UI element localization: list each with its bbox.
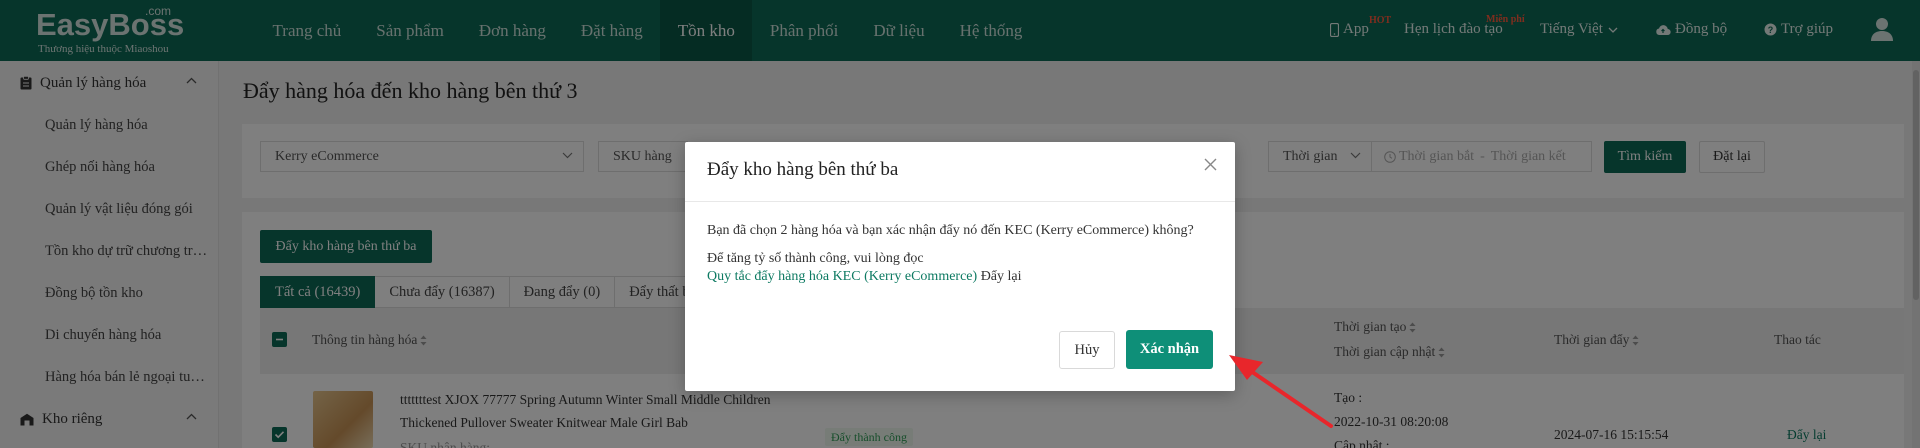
dialog-tip-suffix: Đẩy lại [980, 269, 1022, 284]
cancel-button[interactable]: Hủy [1059, 331, 1115, 369]
confirm-button[interactable]: Xác nhận [1126, 330, 1213, 369]
push-rules-link[interactable]: Quy tắc đẩy hàng hóa KEC (Kerry eCommerc… [707, 269, 977, 284]
dialog-title: Đẩy kho hàng bên thứ ba [707, 159, 899, 180]
dialog-message: Bạn đã chọn 2 hàng hóa và bạn xác nhận đ… [707, 223, 1194, 238]
annotation-arrow-icon [1229, 355, 1333, 428]
dialog-body: Bạn đã chọn 2 hàng hóa và bạn xác nhận đ… [707, 222, 1217, 286]
dialog-divider [685, 201, 1235, 202]
dialog-tip-text: Để tăng tỷ số thành công, vui lòng đọc [707, 251, 924, 266]
push-confirm-dialog: Đẩy kho hàng bên thứ ba Bạn đã chọn 2 hà… [685, 142, 1235, 391]
dialog-tip: Để tăng tỷ số thành công, vui lòng đọc Q… [707, 250, 1217, 286]
close-icon[interactable] [1204, 158, 1217, 171]
